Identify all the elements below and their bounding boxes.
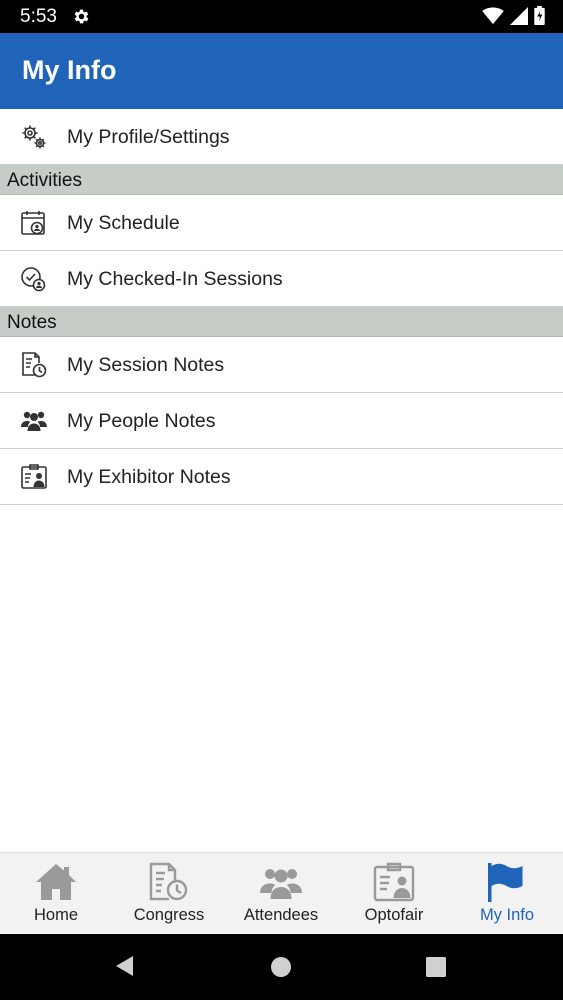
tab-label: Attendees: [243, 906, 319, 924]
page-title: My Info: [22, 55, 117, 85]
exhibitor-card-icon: [373, 862, 415, 902]
people-notes-label: My People Notes: [67, 410, 216, 432]
people-icon: [21, 411, 47, 431]
recents-square-icon[interactable]: [426, 957, 446, 977]
home-icon: [36, 864, 76, 900]
tab-congress[interactable]: Congress: [113, 853, 225, 935]
status-icons: [482, 6, 545, 25]
back-icon[interactable]: [113, 954, 135, 978]
exhibitor-card-icon: [21, 464, 47, 489]
home-circle-icon[interactable]: [270, 956, 292, 978]
note-clock-icon: [149, 862, 188, 901]
tab-attendees[interactable]: Attendees: [225, 853, 337, 935]
wifi-icon: [482, 6, 504, 24]
settings-gear-icon: [74, 9, 89, 24]
my-schedule-label: My Schedule: [67, 212, 180, 234]
session-notes-item[interactable]: My Session Notes: [0, 337, 563, 393]
tab-label: Home: [33, 906, 78, 924]
tab-label: Congress: [133, 906, 205, 924]
gears-icon: [22, 125, 46, 149]
status-bar: 5:53: [0, 0, 563, 33]
profile-settings-item[interactable]: My Profile/Settings: [0, 109, 563, 165]
tab-optofair[interactable]: Optofair: [338, 853, 450, 935]
system-nav-bar: [0, 934, 563, 1000]
section-title: Activities: [7, 170, 82, 191]
tab-home[interactable]: Home: [0, 853, 112, 935]
session-notes-label: My Session Notes: [67, 354, 225, 376]
calendar-person-icon: [21, 211, 45, 235]
status-time: 5:53: [20, 6, 57, 27]
tab-label: Optofair: [364, 906, 424, 924]
app-bar: My Info: [0, 33, 563, 109]
section-title: Notes: [7, 312, 57, 333]
flag-icon: [488, 863, 523, 902]
tab-label: My Info: [479, 906, 535, 924]
section-header-activities: Activities: [0, 165, 563, 195]
cell-signal-icon: [510, 6, 528, 25]
exhibitor-notes-item[interactable]: My Exhibitor Notes: [0, 449, 563, 505]
check-person-icon: [21, 267, 46, 292]
my-info-list: My Profile/Settings Activities My Schedu…: [0, 109, 563, 505]
note-clock-icon: [22, 352, 47, 378]
profile-settings-label: My Profile/Settings: [67, 126, 230, 148]
tab-my-info[interactable]: My Info: [451, 853, 563, 935]
my-schedule-item[interactable]: My Schedule: [0, 195, 563, 251]
people-notes-item[interactable]: My People Notes: [0, 393, 563, 449]
people-icon: [260, 869, 302, 899]
checked-in-sessions-item[interactable]: My Checked-In Sessions: [0, 251, 563, 307]
bottom-nav: Home Congress Attendees Optofair My Info: [0, 852, 563, 934]
exhibitor-notes-label: My Exhibitor Notes: [67, 466, 231, 488]
section-header-notes: Notes: [0, 307, 563, 337]
battery-icon: [534, 6, 545, 25]
checked-in-sessions-label: My Checked-In Sessions: [67, 268, 283, 290]
